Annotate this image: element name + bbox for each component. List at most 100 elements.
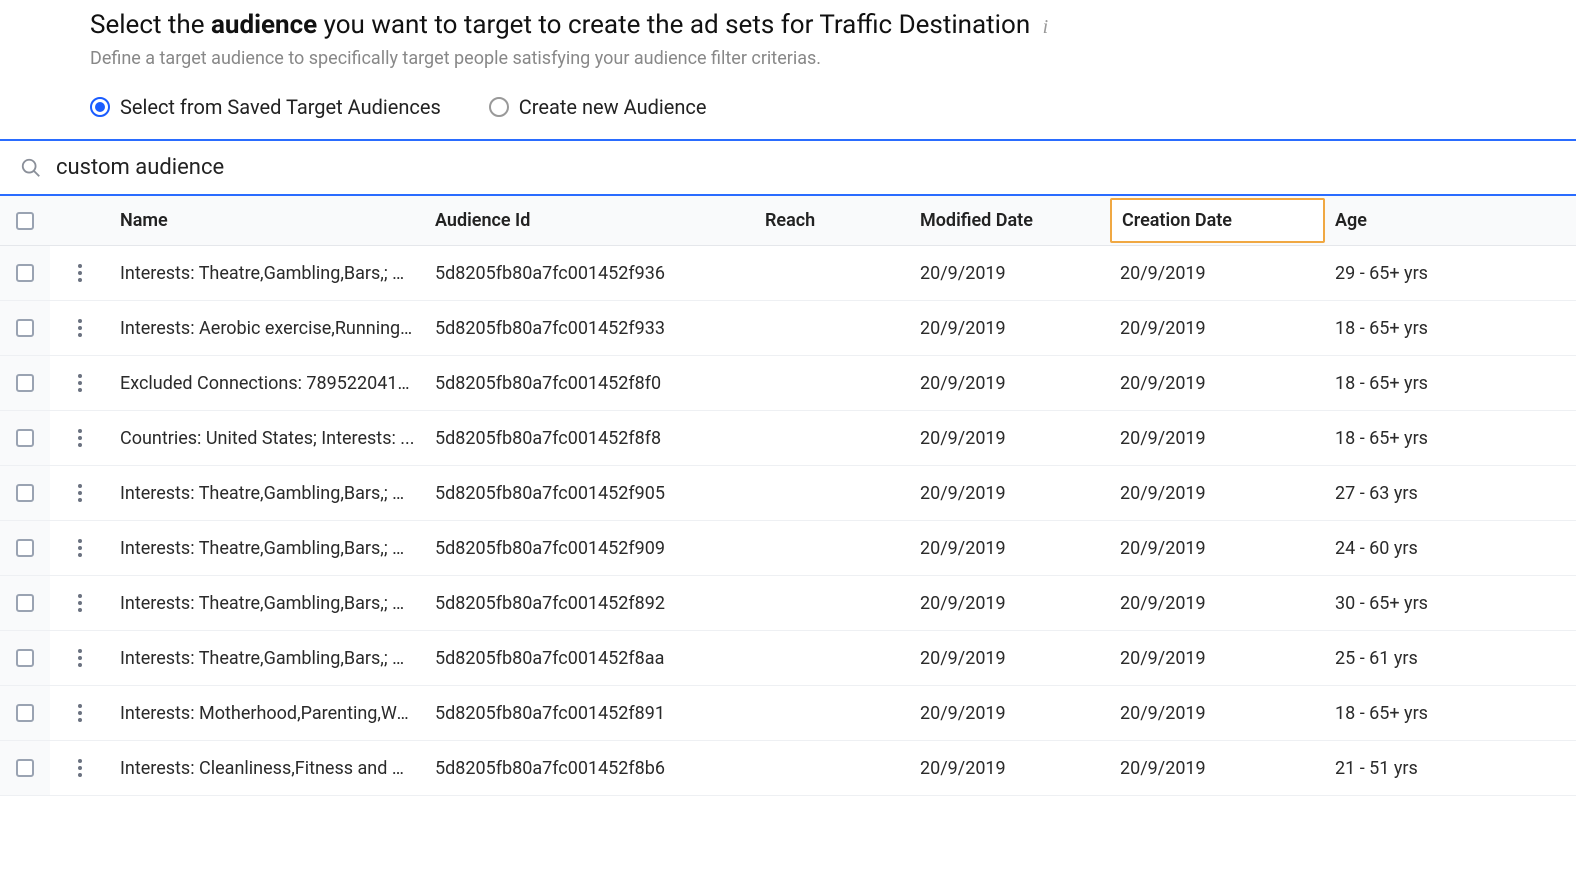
radio-icon (489, 97, 509, 117)
row-menu-cell (50, 466, 110, 520)
cell-name: Interests: Theatre,Gambling,Bars,; Cu... (110, 576, 425, 630)
cell-name: Interests: Theatre,Gambling,Bars,; Cu... (110, 246, 425, 300)
page-title-post: you want to target to create the ad sets… (317, 10, 1030, 40)
cell-modified-date: 20/9/2019 (910, 301, 1110, 355)
row-checkbox[interactable] (16, 319, 34, 337)
audience-source-radio-group: Select from Saved Target Audiences Creat… (90, 95, 1486, 119)
table-row[interactable]: Interests: Aerobic exercise,Running,...5… (0, 301, 1576, 356)
row-menu-cell (50, 246, 110, 300)
kebab-menu-icon[interactable] (78, 759, 82, 777)
row-checkbox[interactable] (16, 374, 34, 392)
row-checkbox[interactable] (16, 264, 34, 282)
page-title: Select the audience you want to target t… (90, 10, 1037, 40)
row-checkbox[interactable] (16, 539, 34, 557)
kebab-menu-icon[interactable] (78, 319, 82, 337)
search-icon (20, 157, 42, 179)
cell-audience-id: 5d8205fb80a7fc001452f933 (425, 301, 755, 355)
cell-modified-date: 20/9/2019 (910, 521, 1110, 575)
cell-modified-date: 20/9/2019 (910, 246, 1110, 300)
cell-reach (755, 301, 910, 355)
cell-creation-date: 20/9/2019 (1110, 741, 1325, 795)
cell-audience-id: 5d8205fb80a7fc001452f8f8 (425, 411, 755, 465)
row-check-cell (0, 411, 50, 465)
row-check-cell (0, 246, 50, 300)
cell-creation-date: 20/9/2019 (1110, 301, 1325, 355)
kebab-menu-icon[interactable] (78, 429, 82, 447)
table-header: Name Audience Id Reach Modified Date Cre… (0, 196, 1576, 246)
table-row[interactable]: Interests: Motherhood,Parenting,Wed...5d… (0, 686, 1576, 741)
cell-age: 25 - 61 yrs (1325, 631, 1576, 685)
cell-name: Countries: United States; Interests: ... (110, 411, 425, 465)
cell-audience-id: 5d8205fb80a7fc001452f8aa (425, 631, 755, 685)
cell-name: Interests: Theatre,Gambling,Bars,; Cu... (110, 631, 425, 685)
kebab-menu-icon[interactable] (78, 484, 82, 502)
row-menu-cell (50, 301, 110, 355)
row-checkbox[interactable] (16, 429, 34, 447)
table-row[interactable]: Interests: Theatre,Gambling,Bars,; Cu...… (0, 631, 1576, 686)
cell-age: 18 - 65+ yrs (1325, 411, 1576, 465)
cell-reach (755, 246, 910, 300)
cell-creation-date: 20/9/2019 (1110, 411, 1325, 465)
cell-audience-id: 5d8205fb80a7fc001452f8b6 (425, 741, 755, 795)
table-row[interactable]: Countries: United States; Interests: ...… (0, 411, 1576, 466)
row-checkbox[interactable] (16, 594, 34, 612)
cell-audience-id: 5d8205fb80a7fc001452f891 (425, 686, 755, 740)
radio-saved-audiences[interactable]: Select from Saved Target Audiences (90, 95, 441, 119)
row-checkbox[interactable] (16, 484, 34, 502)
select-all-cell (0, 196, 50, 245)
table-row[interactable]: Interests: Theatre,Gambling,Bars,; Cu...… (0, 466, 1576, 521)
select-all-checkbox[interactable] (16, 212, 34, 230)
row-check-cell (0, 356, 50, 410)
kebab-menu-icon[interactable] (78, 594, 82, 612)
col-modified-date[interactable]: Modified Date (910, 196, 1110, 245)
cell-audience-id: 5d8205fb80a7fc001452f909 (425, 521, 755, 575)
cell-name: Interests: Aerobic exercise,Running,... (110, 301, 425, 355)
col-audience-id[interactable]: Audience Id (425, 196, 755, 245)
col-name[interactable]: Name (110, 196, 425, 245)
row-check-cell (0, 576, 50, 630)
info-icon[interactable]: i (1043, 16, 1049, 38)
cell-modified-date: 20/9/2019 (910, 356, 1110, 410)
cell-reach (755, 576, 910, 630)
row-menu-cell (50, 631, 110, 685)
cell-age: 30 - 65+ yrs (1325, 576, 1576, 630)
search-bar[interactable] (0, 139, 1576, 196)
col-reach[interactable]: Reach (755, 196, 910, 245)
row-check-cell (0, 686, 50, 740)
radio-create-audience[interactable]: Create new Audience (489, 95, 707, 119)
kebab-menu-icon[interactable] (78, 539, 82, 557)
cell-modified-date: 20/9/2019 (910, 741, 1110, 795)
kebab-menu-icon[interactable] (78, 374, 82, 392)
table-row[interactable]: Interests: Theatre,Gambling,Bars,; Cu...… (0, 521, 1576, 576)
search-input[interactable] (56, 155, 1556, 180)
table-row[interactable]: Excluded Connections: 7895220410...5d820… (0, 356, 1576, 411)
cell-creation-date: 20/9/2019 (1110, 356, 1325, 410)
row-menu-cell (50, 741, 110, 795)
row-checkbox[interactable] (16, 704, 34, 722)
kebab-menu-icon[interactable] (78, 704, 82, 722)
col-creation-date[interactable]: Creation Date (1110, 198, 1325, 243)
row-menu-cell (50, 356, 110, 410)
kebab-menu-icon[interactable] (78, 264, 82, 282)
table-row[interactable]: Interests: Theatre,Gambling,Bars,; Cu...… (0, 246, 1576, 301)
radio-create-label: Create new Audience (519, 95, 707, 119)
cell-age: 21 - 51 yrs (1325, 741, 1576, 795)
table-row[interactable]: Interests: Cleanliness,Fitness and wel..… (0, 741, 1576, 796)
cell-reach (755, 741, 910, 795)
cell-age: 24 - 60 yrs (1325, 521, 1576, 575)
row-checkbox[interactable] (16, 649, 34, 667)
cell-creation-date: 20/9/2019 (1110, 686, 1325, 740)
row-menu-cell (50, 576, 110, 630)
col-age[interactable]: Age (1325, 196, 1576, 245)
page-subtitle: Define a target audience to specifically… (90, 48, 1486, 69)
row-check-cell (0, 466, 50, 520)
cell-modified-date: 20/9/2019 (910, 576, 1110, 630)
cell-age: 29 - 65+ yrs (1325, 246, 1576, 300)
cell-modified-date: 20/9/2019 (910, 631, 1110, 685)
table-row[interactable]: Interests: Theatre,Gambling,Bars,; Cu...… (0, 576, 1576, 631)
row-checkbox[interactable] (16, 759, 34, 777)
cell-creation-date: 20/9/2019 (1110, 576, 1325, 630)
cell-modified-date: 20/9/2019 (910, 411, 1110, 465)
kebab-menu-icon[interactable] (78, 649, 82, 667)
row-check-cell (0, 521, 50, 575)
